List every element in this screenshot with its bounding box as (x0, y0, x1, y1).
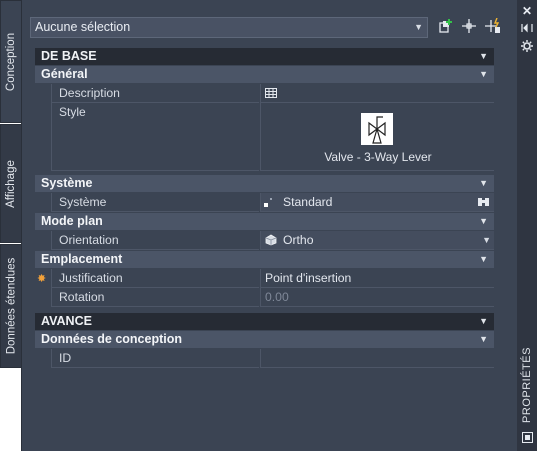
collapse-icon: ▼ (479, 178, 488, 188)
collapse-icon: ▼ (479, 254, 488, 264)
vertical-tab-strip: Conception Affichage Données étendues (0, 0, 22, 451)
table-icon (265, 88, 277, 98)
section-de-base-title: DE BASE (41, 49, 97, 63)
collapse-icon: ▼ (479, 51, 488, 61)
property-row-orientation: Orientation Ortho ▼ (35, 231, 494, 250)
category-donnees-conception[interactable]: Données de conception ▼ (35, 331, 494, 348)
systeme-value: Standard (283, 195, 333, 209)
valve-3-way-icon (368, 116, 386, 144)
description-label: Description (51, 84, 259, 103)
select-objects-button[interactable] (460, 18, 478, 36)
row-gutter: ✸ (35, 269, 50, 288)
property-row-justification: ✸ Justification Point d'insertion (35, 269, 494, 288)
orientation-dropdown[interactable]: Ortho ▼ (260, 231, 494, 250)
cube-icon (265, 234, 277, 246)
add-selection-button[interactable] (437, 18, 455, 36)
category-mode-plan-title: Mode plan (41, 214, 103, 228)
system-swatch-icon (264, 198, 272, 207)
selection-dropdown[interactable]: Aucune sélection ▼ (30, 17, 428, 38)
category-emplacement[interactable]: Emplacement ▼ (35, 251, 494, 268)
tab-conception[interactable]: Conception (0, 0, 22, 123)
style-label: Style (51, 103, 259, 171)
category-systeme[interactable]: Système ▼ (35, 175, 494, 192)
palette-title-text: PROPRIÉTÉS (521, 347, 533, 423)
row-gutter (35, 288, 50, 307)
menu-icon (521, 432, 533, 443)
property-row-systeme: Système Standard (35, 193, 494, 212)
justification-value[interactable]: Point d'insertion (260, 269, 494, 288)
close-button[interactable]: ✕ (519, 4, 535, 18)
description-value[interactable] (260, 84, 494, 103)
collapse-icon: ▼ (479, 216, 488, 226)
collapse-icon: ▼ (479, 316, 488, 326)
property-row-id: ID (35, 349, 494, 368)
category-general-title: Général (41, 67, 88, 81)
section-de-base[interactable]: DE BASE ▼ (35, 48, 494, 65)
autohide-icon (521, 23, 533, 33)
settings-button[interactable] (519, 40, 535, 54)
asterisk-icon: ✸ (37, 273, 47, 285)
category-donnees-conception-title: Données de conception (41, 332, 182, 346)
category-emplacement-title: Emplacement (41, 252, 123, 266)
close-icon: ✕ (521, 4, 533, 18)
property-row-description: Description (35, 84, 494, 103)
collapse-icon: ▼ (479, 334, 488, 344)
row-gutter (35, 231, 50, 250)
rotation-label: Rotation (51, 288, 259, 307)
row-gutter (35, 193, 50, 212)
chevron-down-icon: ▼ (414, 22, 423, 32)
row-gutter (35, 84, 50, 103)
orientation-value: Ortho (283, 233, 314, 247)
category-systeme-title: Système (41, 176, 93, 190)
quick-select-button[interactable] (484, 17, 502, 36)
id-value[interactable] (260, 349, 494, 368)
category-general[interactable]: Général ▼ (35, 66, 494, 83)
systeme-label: Système (51, 193, 259, 212)
category-mode-plan[interactable]: Mode plan ▼ (35, 213, 494, 230)
chevron-down-icon: ▼ (482, 235, 491, 245)
rotation-value[interactable]: 0.00 (260, 288, 494, 307)
gear-icon (521, 40, 533, 52)
row-gutter (35, 349, 50, 368)
quick-select-icon (485, 17, 500, 33)
tab-donnees-etendues-label: Données étendues (5, 257, 17, 355)
tab-donnees-etendues[interactable]: Données étendues (0, 244, 22, 368)
tab-affichage[interactable]: Affichage (0, 124, 22, 243)
systeme-field[interactable]: Standard (260, 193, 494, 212)
justification-label: Justification (51, 269, 259, 288)
style-value[interactable]: Valve - 3-Way Lever (260, 103, 494, 171)
property-row-style: Style Valve - 3-Way Lever (35, 103, 494, 171)
orientation-label: Orientation (51, 231, 259, 250)
style-preview-thumbnail (361, 113, 393, 145)
crosshair-icon (462, 19, 476, 33)
selection-value: Aucune sélection (35, 20, 131, 34)
style-caption: Valve - 3-Way Lever (324, 150, 432, 164)
palette-title: PROPRIÉTÉS (517, 330, 537, 440)
autohide-button[interactable] (519, 22, 535, 36)
property-row-rotation: Rotation 0.00 (35, 288, 494, 307)
section-avance[interactable]: AVANCE ▼ (35, 313, 494, 330)
section-avance-title: AVANCE (41, 314, 92, 328)
palette-menu-button[interactable] (519, 432, 535, 446)
tab-conception-label: Conception (5, 32, 18, 91)
property-grid: DE BASE ▼ Général ▼ Description Style Va… (35, 48, 494, 368)
binoculars-icon[interactable] (477, 196, 491, 208)
palette-title-strip: ✕ PROPRIÉTÉS (517, 0, 537, 451)
collapse-icon: ▼ (479, 69, 488, 79)
properties-palette: Conception Affichage Données étendues Au… (0, 0, 537, 451)
tab-affichage-label: Affichage (5, 159, 17, 208)
id-label: ID (51, 349, 259, 368)
add-selection-icon (439, 19, 452, 33)
